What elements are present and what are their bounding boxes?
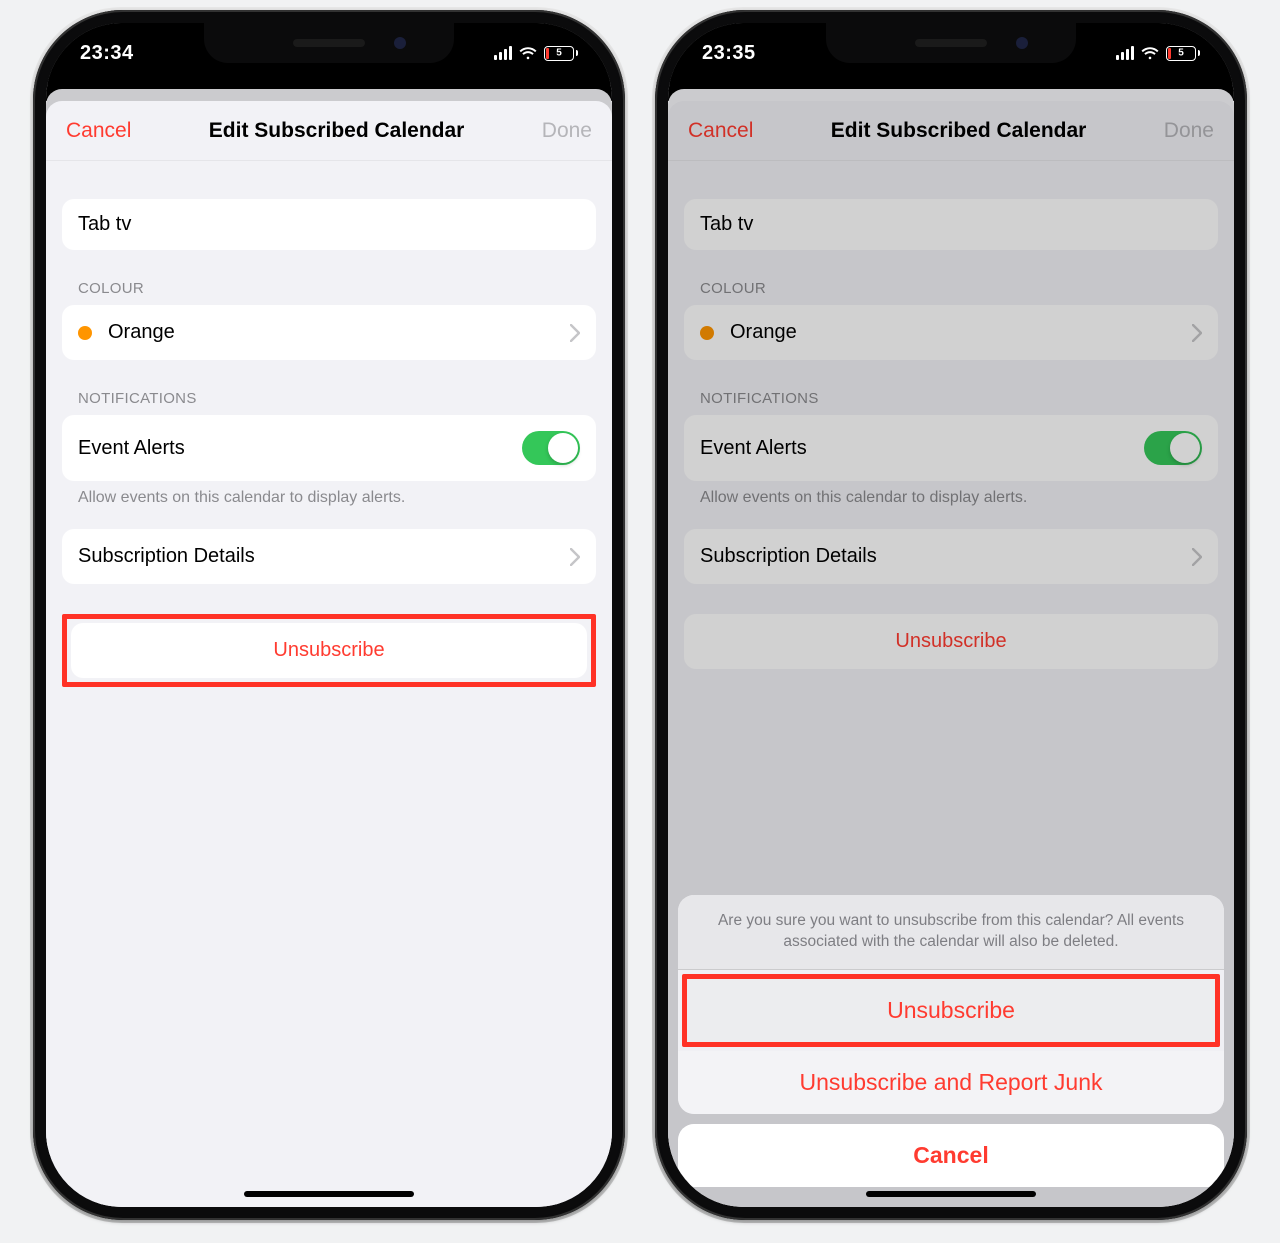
event-alerts-row: Event Alerts — [62, 415, 596, 481]
cellular-icon — [494, 46, 512, 60]
action-cancel-button[interactable]: Cancel — [678, 1124, 1224, 1187]
cancel-button[interactable]: Cancel — [688, 119, 753, 143]
colour-value: Orange — [108, 321, 175, 344]
battery-icon: 5 — [544, 46, 578, 61]
status-time: 23:35 — [702, 42, 756, 65]
calendar-name-field[interactable]: Tab tv — [62, 199, 596, 250]
colour-dot-icon — [78, 326, 92, 340]
subscription-details-row[interactable]: Subscription Details — [62, 529, 596, 584]
chevron-right-icon — [570, 548, 580, 566]
section-header-notifications: NOTIFICATIONS — [684, 390, 1218, 415]
nav-bar: Cancel Edit Subscribed Calendar Done — [668, 101, 1234, 161]
cancel-button[interactable]: Cancel — [66, 119, 131, 143]
home-indicator[interactable] — [244, 1191, 414, 1197]
phone-frame-left: 23:34 5 Cancel Edit Subscribed Calendar … — [33, 10, 625, 1220]
nav-title: Edit Subscribed Calendar — [831, 119, 1087, 143]
subscription-details-label: Subscription Details — [700, 545, 877, 568]
action-sheet: Are you sure you want to unsubscribe fro… — [678, 895, 1224, 1197]
event-alerts-hint: Allow events on this calendar to display… — [684, 481, 1218, 507]
event-alerts-toggle[interactable] — [1144, 431, 1202, 465]
event-alerts-label: Event Alerts — [78, 437, 185, 460]
calendar-name-value: Tab tv — [700, 213, 753, 236]
unsubscribe-button[interactable]: Unsubscribe — [71, 623, 587, 678]
action-unsubscribe-button[interactable]: Unsubscribe — [687, 979, 1215, 1042]
battery-icon: 5 — [1166, 46, 1200, 61]
done-button[interactable]: Done — [1164, 119, 1214, 143]
screen-left: 23:34 5 Cancel Edit Subscribed Calendar … — [46, 23, 612, 1207]
subscription-details-row[interactable]: Subscription Details — [684, 529, 1218, 584]
chevron-right-icon — [570, 324, 580, 342]
calendar-name-value: Tab tv — [78, 213, 131, 236]
notch — [204, 23, 454, 63]
colour-value: Orange — [730, 321, 797, 344]
subscription-details-label: Subscription Details — [78, 545, 255, 568]
wifi-icon — [518, 46, 538, 60]
event-alerts-toggle[interactable] — [522, 431, 580, 465]
unsubscribe-button[interactable]: Unsubscribe — [684, 614, 1218, 669]
event-alerts-label: Event Alerts — [700, 437, 807, 460]
cellular-icon — [1116, 46, 1134, 60]
chevron-right-icon — [1192, 324, 1202, 342]
event-alerts-hint: Allow events on this calendar to display… — [62, 481, 596, 507]
done-button[interactable]: Done — [542, 119, 592, 143]
status-time: 23:34 — [80, 42, 134, 65]
nav-title: Edit Subscribed Calendar — [209, 119, 465, 143]
section-header-colour: COLOUR — [684, 280, 1218, 305]
notch — [826, 23, 1076, 63]
colour-row[interactable]: Orange — [684, 305, 1218, 360]
annotation-highlight: Unsubscribe — [682, 974, 1220, 1047]
phone-frame-right: 23:35 5 Cancel Edit Subscribed Calendar … — [655, 10, 1247, 1220]
modal-sheet: Cancel Edit Subscribed Calendar Done Tab… — [46, 101, 612, 1207]
event-alerts-row: Event Alerts — [684, 415, 1218, 481]
colour-dot-icon — [700, 326, 714, 340]
action-sheet-message: Are you sure you want to unsubscribe fro… — [678, 895, 1224, 970]
wifi-icon — [1140, 46, 1160, 60]
section-header-notifications: NOTIFICATIONS — [62, 390, 596, 415]
colour-row[interactable]: Orange — [62, 305, 596, 360]
section-header-colour: COLOUR — [62, 280, 596, 305]
screen-right: 23:35 5 Cancel Edit Subscribed Calendar … — [668, 23, 1234, 1207]
calendar-name-field[interactable]: Tab tv — [684, 199, 1218, 250]
nav-bar: Cancel Edit Subscribed Calendar Done — [46, 101, 612, 161]
annotation-highlight: Unsubscribe — [62, 614, 596, 687]
action-unsubscribe-report-button[interactable]: Unsubscribe and Report Junk — [678, 1051, 1224, 1114]
chevron-right-icon — [1192, 548, 1202, 566]
